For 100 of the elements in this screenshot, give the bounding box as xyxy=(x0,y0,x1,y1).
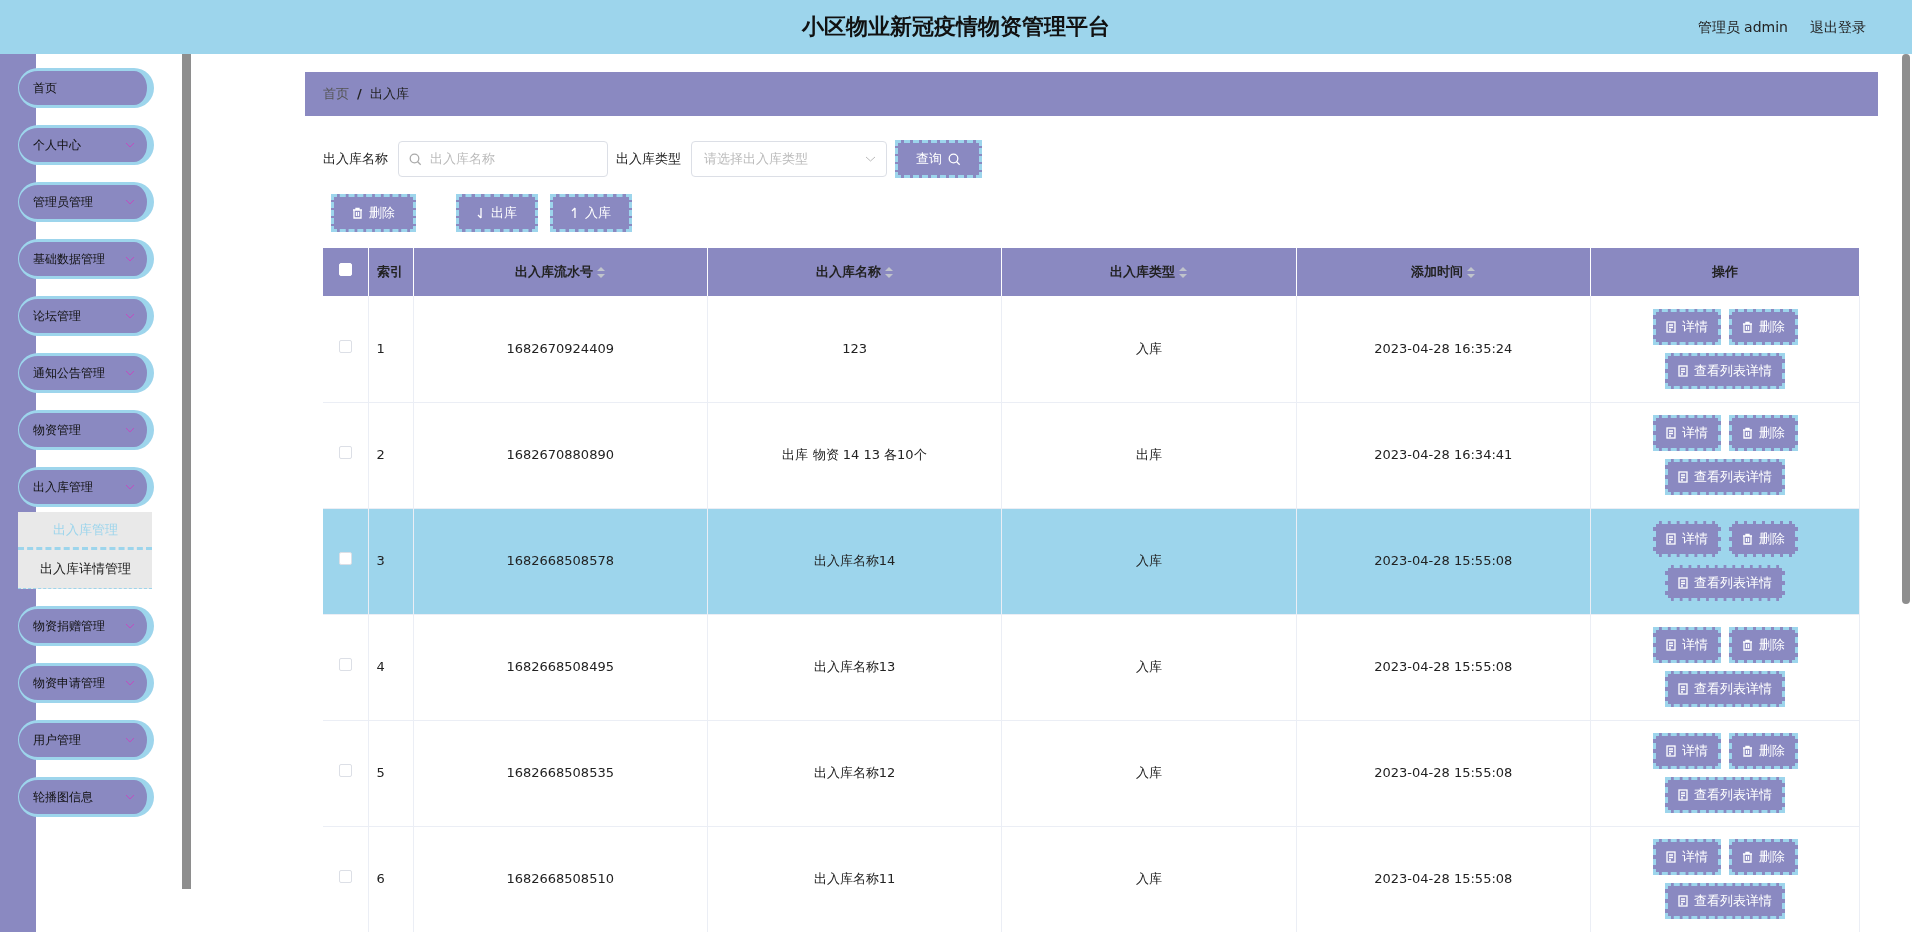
search-button[interactable]: 查询 xyxy=(895,140,982,178)
document-icon xyxy=(1665,851,1676,863)
menu-item[interactable]: 用户管理 xyxy=(18,720,154,760)
checkbox[interactable] xyxy=(338,658,352,672)
table-cell: 4 xyxy=(376,659,385,675)
menu-item[interactable]: 个人中心 xyxy=(18,125,154,165)
table-cell: 入库 xyxy=(1135,765,1162,781)
chevron-down-icon xyxy=(125,199,135,205)
delete-button[interactable]: 删除 xyxy=(1728,733,1798,769)
chevron-down-icon xyxy=(125,623,135,629)
field-label: 出入库名称 xyxy=(323,150,388,169)
menu-item[interactable]: 论坛管理 xyxy=(18,296,154,336)
details-button[interactable]: 查看列表详情 xyxy=(1665,565,1785,601)
field-label: 出入库类型 xyxy=(616,150,681,169)
chevron-down-icon xyxy=(125,142,135,148)
menu-item[interactable]: 管理员管理 xyxy=(18,182,154,222)
sort-icon[interactable] xyxy=(885,267,894,279)
menu-item[interactable]: 物资捐赠管理 xyxy=(18,606,154,646)
table-cell: 123 xyxy=(842,341,867,356)
document-icon xyxy=(1665,745,1676,757)
toolbar-button[interactable]: 入库 xyxy=(550,194,632,232)
table-cell: 1682668508535 xyxy=(506,765,614,781)
document-icon xyxy=(1665,427,1676,439)
menu-item[interactable]: 首页 xyxy=(18,68,154,108)
table-cell: 6 xyxy=(376,871,385,887)
document-icon xyxy=(1665,320,1676,333)
table-cell: 5 xyxy=(376,765,385,781)
menu-item[interactable]: 通知公告管理 xyxy=(18,353,154,393)
down-arrow-icon xyxy=(477,207,485,219)
menu-item[interactable]: 物资申请管理 xyxy=(18,663,154,703)
table-cell: 2023-04-28 15:55:08 xyxy=(1374,659,1513,675)
sort-icon[interactable] xyxy=(597,267,606,279)
checkbox[interactable] xyxy=(338,552,352,566)
search-box[interactable]: 出入库名称 xyxy=(398,141,608,177)
details-button[interactable]: 查看列表详情 xyxy=(1665,883,1785,919)
sort-icon[interactable] xyxy=(1179,267,1188,279)
search-icon xyxy=(409,152,422,166)
details-button[interactable]: 详情 xyxy=(1652,521,1721,557)
scrollbar[interactable] xyxy=(182,54,191,889)
table-cell: 3 xyxy=(376,553,385,569)
breadcrumb-item[interactable]: 首页 xyxy=(323,84,349,104)
details-button[interactable]: 查看列表详情 xyxy=(1665,777,1785,813)
sort-icon[interactable] xyxy=(1467,267,1476,279)
document-icon xyxy=(1678,577,1688,589)
details-button[interactable]: 详情 xyxy=(1652,839,1721,875)
menu-item[interactable]: 轮播图信息 xyxy=(18,777,154,817)
trash-icon xyxy=(1741,320,1753,333)
checkbox[interactable] xyxy=(338,446,352,460)
details-button[interactable]: 查看列表详情 xyxy=(1665,459,1785,495)
column-header[interactable]: 出入库类型 xyxy=(1110,264,1176,280)
column-header[interactable]: 出入库流水号 xyxy=(515,264,594,280)
delete-button[interactable]: 删除 xyxy=(1728,521,1798,557)
select-box[interactable]: 请选择出入库类型 xyxy=(691,141,887,177)
table-cell: 2023-04-28 16:35:24 xyxy=(1374,341,1513,356)
trash-icon xyxy=(1741,639,1753,651)
logout-link[interactable]: 退出登录 xyxy=(1810,16,1866,38)
chevron-down-icon xyxy=(125,313,135,319)
details-button[interactable]: 查看列表详情 xyxy=(1665,352,1785,389)
menu-item[interactable]: 基础数据管理 xyxy=(18,239,154,279)
details-button[interactable]: 详情 xyxy=(1652,627,1721,663)
document-icon xyxy=(1665,639,1676,651)
search-icon xyxy=(948,152,961,166)
table-cell: 1 xyxy=(376,341,385,356)
table-cell: 1682668508495 xyxy=(506,659,614,675)
details-button[interactable]: 详情 xyxy=(1652,308,1721,345)
scrollbar[interactable] xyxy=(1902,54,1910,604)
checkbox[interactable] xyxy=(338,764,352,778)
trash-icon xyxy=(1741,533,1753,545)
breadcrumb-separator: / xyxy=(357,85,362,104)
app-title: 小区物业新冠疫情物资管理平台 xyxy=(802,13,1110,41)
table-cell: 1682670924409 xyxy=(506,341,614,356)
delete-button[interactable]: 删除 xyxy=(1728,415,1798,451)
toolbar-button[interactable]: 删除 xyxy=(331,194,416,232)
table-cell: 出入库名称14 xyxy=(813,553,896,569)
trash-icon xyxy=(1741,851,1753,863)
document-icon xyxy=(1678,789,1688,801)
document-icon xyxy=(1678,895,1688,907)
table-cell: 2 xyxy=(376,447,385,463)
toolbar-button[interactable]: 出库 xyxy=(456,194,538,232)
menu-item[interactable]: 物资管理 xyxy=(18,410,154,450)
chevron-down-icon xyxy=(125,370,135,376)
details-button[interactable]: 详情 xyxy=(1652,733,1721,769)
chevron-down-icon xyxy=(865,156,876,162)
details-button[interactable]: 详情 xyxy=(1652,415,1721,451)
column-header[interactable]: 出入库名称 xyxy=(816,264,882,280)
details-button[interactable]: 查看列表详情 xyxy=(1665,671,1785,707)
checkbox[interactable] xyxy=(338,340,352,353)
submenu-item[interactable]: 出入库详情管理 xyxy=(18,550,152,588)
table-cell: 入库 xyxy=(1135,341,1162,356)
table-cell: 1682670880890 xyxy=(506,447,614,463)
delete-button[interactable]: 删除 xyxy=(1728,627,1798,663)
delete-button[interactable]: 删除 xyxy=(1728,308,1798,345)
table-cell: 出入库名称11 xyxy=(813,871,896,887)
column-header[interactable]: 添加时间 xyxy=(1411,264,1464,280)
menu-item[interactable]: 出入库管理 xyxy=(18,467,154,507)
delete-button[interactable]: 删除 xyxy=(1728,839,1798,875)
chevron-down-icon xyxy=(125,737,135,743)
table-cell: 入库 xyxy=(1135,871,1162,887)
document-icon xyxy=(1678,364,1688,377)
checkbox[interactable] xyxy=(338,870,352,884)
